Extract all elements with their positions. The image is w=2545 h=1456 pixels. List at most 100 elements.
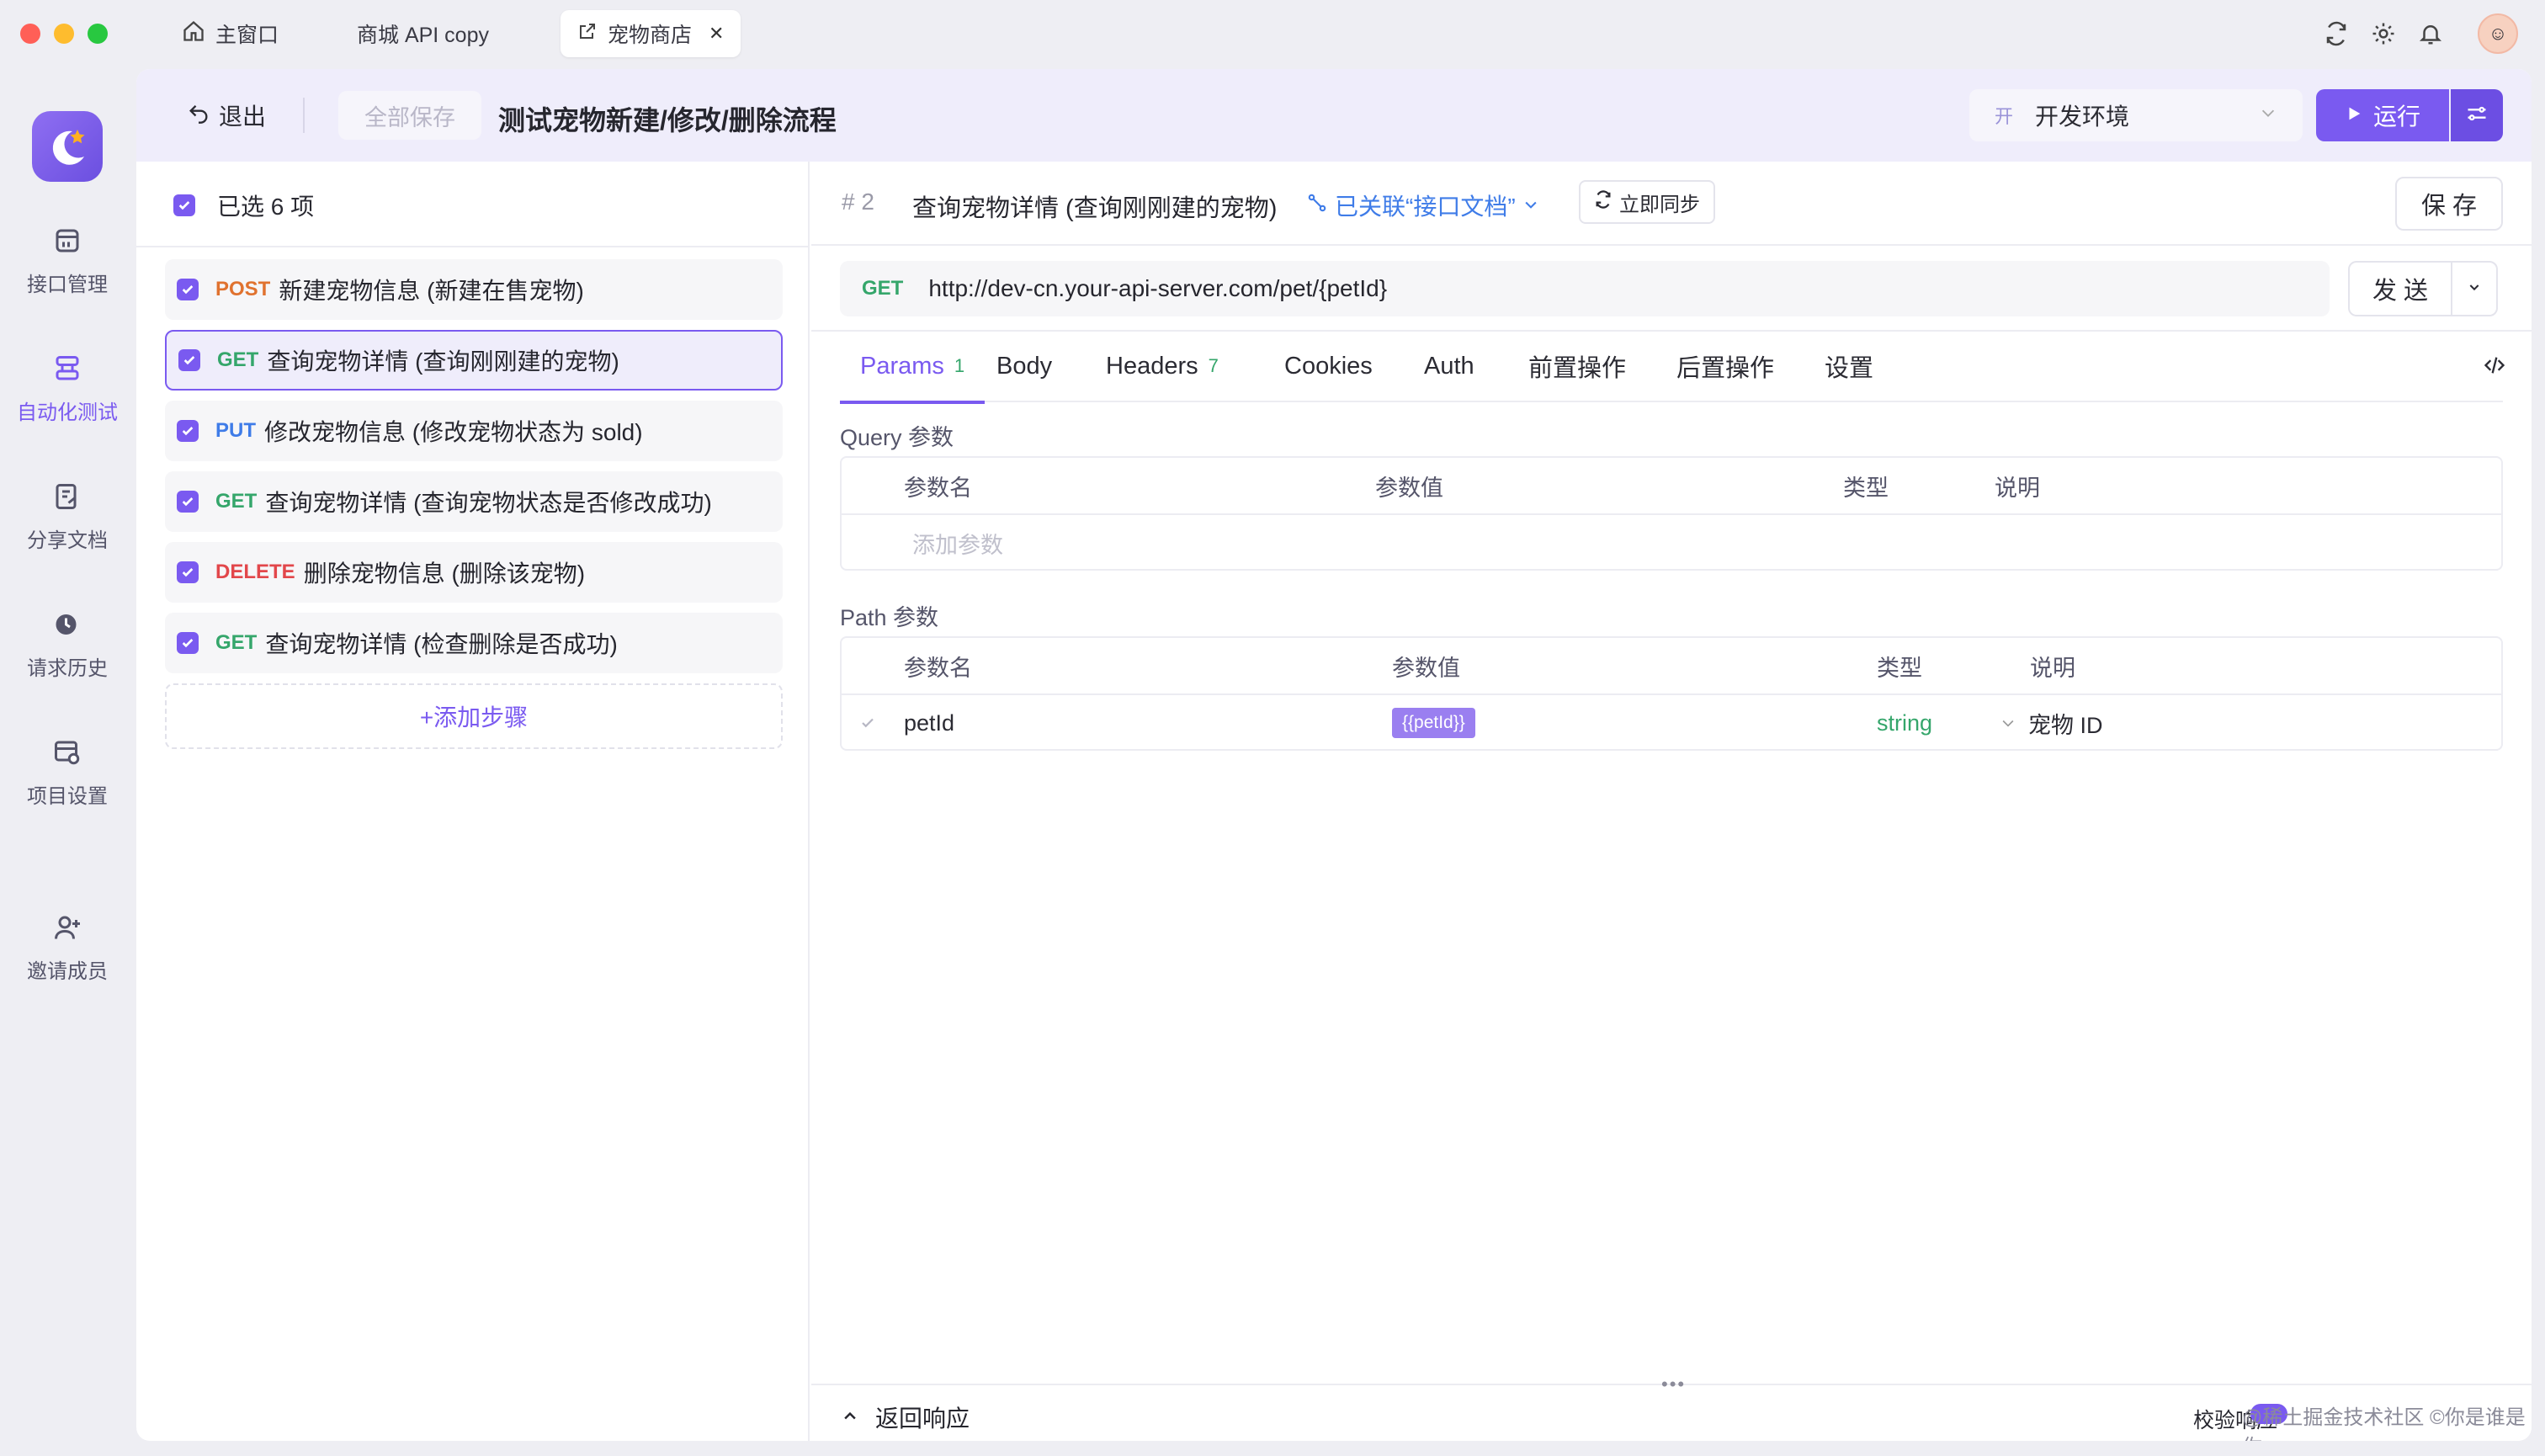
tab-shop-api-copy[interactable]: 商城 API copy xyxy=(340,10,506,57)
tab-label: Params xyxy=(860,352,944,380)
url-bar[interactable]: GET http://dev-cn.your-api-server.com/pe… xyxy=(840,261,2330,316)
api-icon xyxy=(49,222,86,259)
checkbox[interactable] xyxy=(177,420,199,442)
path-params-table: 参数名 参数值 类型 说明 petId {{petId}} string 宠物 … xyxy=(840,636,2503,751)
tab-params[interactable]: Params 1 xyxy=(840,330,986,404)
minimize-window-button[interactable] xyxy=(54,24,74,44)
step-label: 查询宠物详情 (查询刚刚建的宠物) xyxy=(267,348,619,375)
tab-label: 后置操作 xyxy=(1676,355,1775,382)
param-type: string xyxy=(1877,709,1933,736)
linked-doc-dropdown[interactable]: 已关联“接口文档” xyxy=(1306,189,1539,222)
checkbox[interactable] xyxy=(177,491,199,513)
table-row: petId {{petId}} string 宠物 ID xyxy=(842,693,2501,749)
sync-icon xyxy=(1594,189,1613,215)
refresh-icon[interactable] xyxy=(2321,19,2351,49)
tab-label: 商城 API copy xyxy=(357,24,489,47)
checkbox[interactable] xyxy=(177,279,199,300)
sidebar-item-label: 请求历史 xyxy=(27,657,108,680)
step-item[interactable]: GET 查询宠物详情 (查询刚刚建的宠物) xyxy=(165,330,783,391)
tab-pet-store[interactable]: 宠物商店 ✕ xyxy=(561,10,741,57)
tab-count: 1 xyxy=(954,355,965,376)
query-params-table: 参数名 参数值 类型 说明 添加参数 xyxy=(840,456,2503,571)
step-item[interactable]: GET 查询宠物详情 (检查删除是否成功) xyxy=(165,613,783,673)
sidebar-item-request-history[interactable]: 请求历史 xyxy=(0,606,135,681)
add-step-button[interactable]: +添加步骤 xyxy=(165,683,783,749)
zoom-window-button[interactable] xyxy=(88,24,108,44)
sidebar-item-label: 自动化测试 xyxy=(17,401,118,424)
gear-icon[interactable] xyxy=(2368,19,2399,49)
step-detail-panel: # 2 查询宠物详情 (查询刚刚建的宠物) 已关联“接口文档” 立即同步 保 存 xyxy=(811,162,2532,1441)
tab-post-operations[interactable]: 后置操作 xyxy=(1676,330,1774,402)
tab-label: 主窗口 xyxy=(215,24,279,47)
sync-now-button[interactable]: 立即同步 xyxy=(1579,180,1715,224)
sidebar-item-invite-member[interactable]: 邀请成员 xyxy=(0,909,135,984)
checkbox[interactable] xyxy=(178,349,200,371)
tab-headers[interactable]: Headers 7 xyxy=(1106,330,1219,402)
step-number: # 2 xyxy=(842,189,874,215)
tab-body[interactable]: Body xyxy=(996,330,1052,402)
check-icon[interactable] xyxy=(860,695,875,751)
tab-settings[interactable]: 设置 xyxy=(1825,330,1873,402)
tab-cookies[interactable]: Cookies xyxy=(1284,330,1373,402)
response-label: 返回响应 xyxy=(875,1406,970,1432)
tab-pre-operations[interactable]: 前置操作 xyxy=(1528,330,1626,402)
save-button[interactable]: 保 存 xyxy=(2395,177,2503,231)
tab-label: Headers xyxy=(1106,352,1198,380)
close-window-button[interactable] xyxy=(20,24,40,44)
sidebar-item-share-docs[interactable]: 分享文档 xyxy=(0,478,135,553)
steps-panel: 已选 6 项 POST 新建宠物信息 (新建在售宠物) GET 查询宠物详情 (… xyxy=(136,162,810,1441)
step-item[interactable]: POST 新建宠物信息 (新建在售宠物) xyxy=(165,259,783,320)
external-link-icon xyxy=(577,21,598,47)
resize-handle[interactable]: ••• xyxy=(1661,1374,1686,1395)
return-response-toggle[interactable]: 返回响应 xyxy=(842,1400,970,1434)
response-bar: ••• 返回响应 校验响应 @稀土掘金技术社区 ©你是谁是你 xyxy=(811,1374,2532,1441)
selected-count: 已选 6 项 xyxy=(217,194,315,220)
step-detail-header: # 2 查询宠物详情 (查询刚刚建的宠物) 已关联“接口文档” 立即同步 保 存 xyxy=(811,162,2532,246)
sidebar-item-automation[interactable]: 自动化测试 xyxy=(0,350,135,425)
share-doc-icon xyxy=(49,478,86,515)
history-icon xyxy=(49,606,86,643)
page-title: 测试宠物新建/修改/删除流程 xyxy=(498,105,837,136)
column-header: 类型 xyxy=(1843,475,1889,501)
checkbox[interactable] xyxy=(177,632,199,654)
environment-select[interactable]: 开 开发环境 xyxy=(1969,89,2303,141)
bell-icon[interactable] xyxy=(2415,19,2446,49)
code-icon[interactable] xyxy=(2483,353,2506,383)
run-button[interactable]: 运行 xyxy=(2316,89,2449,141)
send-button[interactable]: 发 送 xyxy=(2348,261,2452,316)
run-options-button[interactable] xyxy=(2451,89,2503,141)
column-header: 参数值 xyxy=(1392,655,1460,681)
param-type-select[interactable]: string xyxy=(1877,695,1932,751)
query-params-label: Query 参数 xyxy=(840,425,954,450)
close-tab-icon[interactable]: ✕ xyxy=(709,23,724,45)
param-name[interactable]: petId xyxy=(904,695,954,751)
step-item[interactable]: GET 查询宠物详情 (查询宠物状态是否修改成功) xyxy=(165,471,783,532)
sidebar-item-label: 邀请成员 xyxy=(27,960,108,983)
chevron-down-icon[interactable] xyxy=(2000,695,2016,751)
method-badge: DELETE xyxy=(215,561,295,583)
main-panel: 退出 全部保存 测试宠物新建/修改/删除流程 开 开发环境 运行 已选 6 项 … xyxy=(136,69,2532,1441)
sidebar-item-api-management[interactable]: 接口管理 xyxy=(0,222,135,297)
avatar[interactable]: ☺ xyxy=(2478,13,2518,54)
table-header: 参数名 参数值 类型 说明 xyxy=(842,638,2501,693)
link-icon xyxy=(1306,192,1328,220)
sidebar-item-project-settings[interactable]: 项目设置 xyxy=(0,734,135,809)
add-param-input[interactable]: 添加参数 xyxy=(912,515,1003,571)
tab-auth[interactable]: Auth xyxy=(1424,330,1474,402)
tab-main-window[interactable]: 主窗口 xyxy=(165,10,295,57)
checkbox[interactable] xyxy=(173,194,195,216)
param-description[interactable]: 宠物 ID xyxy=(2028,695,2103,751)
param-value[interactable]: {{petId}} xyxy=(1392,695,1475,751)
request-url[interactable]: http://dev-cn.your-api-server.com/pet/{p… xyxy=(928,275,1387,302)
select-all[interactable]: 已选 6 项 xyxy=(173,189,314,222)
checkbox[interactable] xyxy=(177,561,199,583)
exit-button[interactable]: 退出 xyxy=(187,94,266,136)
step-item[interactable]: DELETE 删除宠物信息 (删除该宠物) xyxy=(165,542,783,603)
method-badge: GET xyxy=(215,490,258,513)
send-options-button[interactable] xyxy=(2451,261,2498,316)
tab-label: Auth xyxy=(1424,352,1474,380)
save-all-button[interactable]: 全部保存 xyxy=(338,91,481,140)
automation-icon xyxy=(49,350,86,387)
flow-header: 退出 全部保存 测试宠物新建/修改/删除流程 开 开发环境 运行 xyxy=(136,69,2532,162)
step-item[interactable]: PUT 修改宠物信息 (修改宠物状态为 sold) xyxy=(165,401,783,461)
